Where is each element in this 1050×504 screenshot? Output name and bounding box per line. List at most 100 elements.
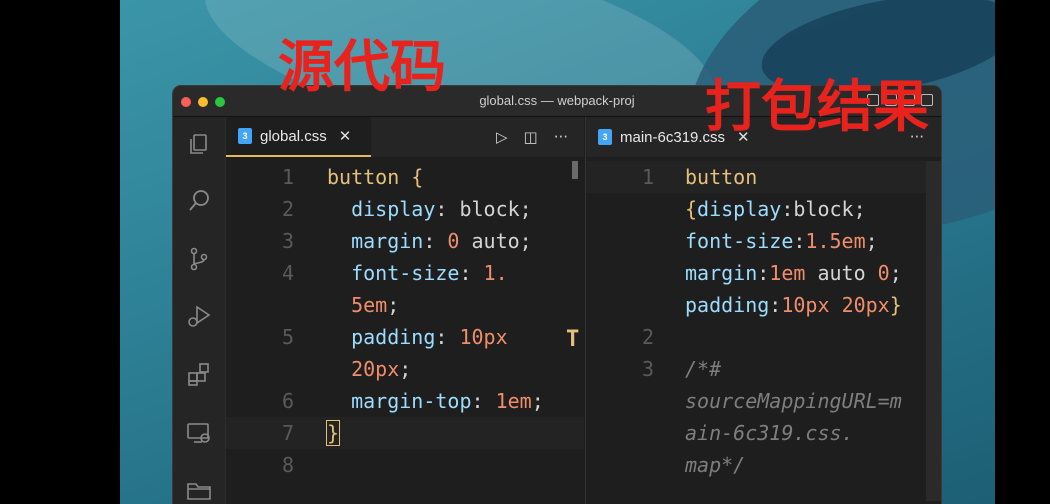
code-token: button (327, 165, 412, 189)
code-token: padding (327, 325, 436, 349)
line-text: padding: 10px (327, 321, 508, 353)
line-number: 1 (641, 165, 654, 189)
code-token: 0 (877, 261, 890, 285)
code-line[interactable]: 5 padding: 10px (226, 321, 584, 353)
code-token: 1em (495, 389, 532, 413)
activity-bar (173, 117, 226, 504)
code-line[interactable]: 2 display: block; (226, 193, 584, 225)
code-line[interactable]: font-size:1.5em; (586, 225, 941, 257)
line-number: 2 (281, 197, 294, 221)
explorer-icon[interactable] (185, 131, 213, 159)
code-line[interactable]: 4 font-size: 1. (226, 257, 584, 289)
code-token: button (685, 165, 758, 189)
code-line[interactable]: 3 /*# (586, 353, 941, 385)
line-text: map*/ (685, 449, 745, 481)
run-icon[interactable]: ▷ (496, 128, 508, 146)
line-text: font-size:1.5em; (685, 225, 878, 257)
tab-global-css[interactable]: 3 global.css ✕ (226, 117, 371, 157)
code-token: margin (327, 229, 424, 253)
line-text: padding:10px 20px} (685, 289, 902, 321)
code-token: block; (459, 197, 532, 221)
code-token: 20px (841, 293, 890, 317)
code-token: : (459, 261, 484, 285)
code-line[interactable]: 1 button { (226, 161, 584, 193)
code-line[interactable]: {display:block; (586, 193, 941, 225)
annotation-source-code: 源代码 (278, 35, 446, 100)
line-number: 3 (641, 357, 654, 381)
line-text: margin: 0 auto; (327, 225, 532, 257)
code-line[interactable]: 1 button (586, 161, 941, 193)
code-line[interactable]: 3 margin: 0 auto; (226, 225, 584, 257)
line-number: 6 (281, 389, 294, 413)
code-token: auto; (459, 229, 532, 253)
line-number: 2 (641, 325, 654, 349)
line-number: 1 (281, 165, 294, 189)
code-token: padding (685, 293, 770, 317)
editor-group-left: 3 global.css ✕ ▷ ◫ ··· 1 button {2 displa… (226, 117, 584, 504)
line-number: 4 (281, 261, 294, 285)
code-line[interactable]: 20px; (226, 353, 584, 385)
code-line[interactable]: 7} (226, 417, 584, 449)
line-text: sourceMappingURL=m (685, 385, 902, 417)
editor-window: global.css — webpack-proj 3 global.css ✕… (173, 86, 941, 504)
css-file-icon: 3 (598, 129, 612, 145)
code-line[interactable]: margin:1em auto 0; (586, 257, 941, 289)
code-token: display (327, 197, 436, 221)
code-token: ain-6c319.css. (685, 421, 854, 445)
code-token: : (471, 389, 496, 413)
scrollbar-thumb[interactable] (572, 161, 578, 179)
tab-label: global.css (260, 127, 327, 145)
code-token: } (325, 420, 341, 446)
split-editor-icon[interactable]: ◫ (524, 128, 538, 146)
code-token: font-size (327, 261, 460, 285)
line-text: 5em; (327, 289, 399, 321)
more-actions-icon[interactable]: ··· (554, 128, 568, 146)
code-token: ; (865, 229, 878, 253)
search-icon[interactable] (185, 187, 213, 215)
editor-actions: ▷ ◫ ··· (496, 117, 568, 157)
code-token: 0 (447, 229, 460, 253)
code-token: : (435, 197, 460, 221)
code-token: 1.5em (805, 229, 866, 253)
code-token: 10px (781, 293, 830, 317)
code-line[interactable]: sourceMappingURL=m (586, 385, 941, 417)
source-control-icon[interactable] (185, 245, 213, 273)
line-text: button { (327, 161, 423, 193)
line-number: 3 (281, 229, 294, 253)
code-line[interactable]: 8 (226, 449, 584, 481)
line-text: } (325, 417, 341, 449)
code-token: auto (805, 261, 878, 285)
code-line[interactable]: 5em; (226, 289, 584, 321)
code-token: : (435, 325, 460, 349)
code-token: :block; (781, 197, 866, 221)
line-text: button (685, 161, 757, 193)
code-line[interactable]: ain-6c319.css. (586, 417, 941, 449)
code-token: : (793, 229, 806, 253)
code-token: { (685, 197, 698, 221)
css-file-icon: 3 (238, 128, 252, 144)
line-number: 5 (281, 325, 294, 349)
code-token: sourceMappingURL=m (685, 389, 902, 413)
extensions-icon[interactable] (185, 361, 213, 389)
code-line[interactable]: 6 margin-top: 1em; (226, 385, 584, 417)
remote-explorer-icon[interactable] (185, 419, 213, 447)
close-icon[interactable]: ✕ (339, 127, 352, 145)
code-line[interactable]: padding:10px 20px} (586, 289, 941, 321)
code-line[interactable]: map*/ (586, 449, 941, 481)
code-token: 10px (459, 325, 508, 349)
code-editor[interactable]: 1 button {2 display: block; 3 margin: 0 au… (226, 161, 584, 504)
annotation-bundle-result: 打包结果 (705, 75, 929, 140)
line-text: font-size: 1. (327, 257, 508, 289)
line-text: {display:block; (685, 193, 866, 225)
code-token: display (697, 197, 782, 221)
run-debug-icon[interactable] (185, 303, 213, 331)
line-text: margin:1em auto 0; (685, 257, 902, 289)
code-token: /*# (685, 357, 722, 381)
code-token: 1em (769, 261, 806, 285)
folder-icon[interactable] (185, 477, 213, 504)
code-token: 1. (483, 261, 508, 285)
code-editor[interactable]: 1 button {display:block; font-size:1.5em; ma… (586, 161, 941, 504)
code-line[interactable]: 2 (586, 321, 941, 353)
scrollbar-track[interactable] (926, 161, 941, 501)
code-token: margin-top (327, 389, 472, 413)
